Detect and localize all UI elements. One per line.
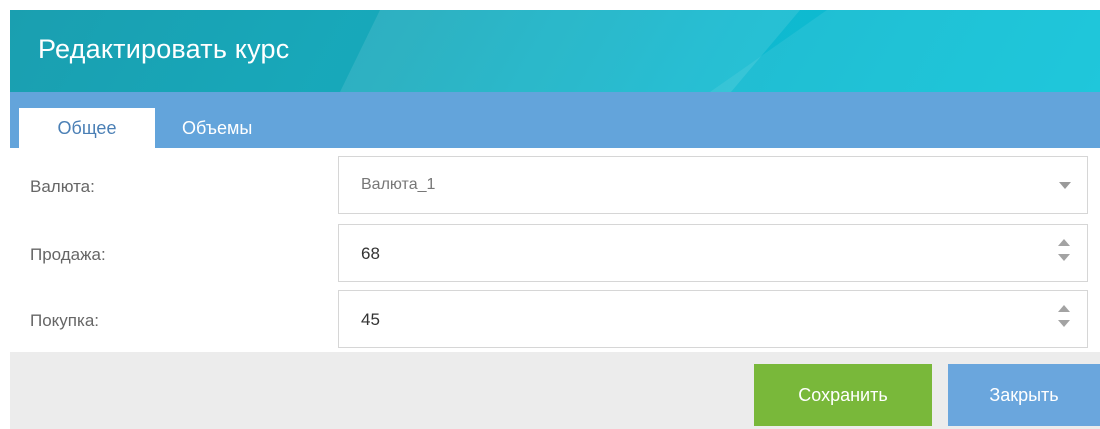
tab-general[interactable]: Общее xyxy=(19,108,155,148)
save-button[interactable]: Сохранить xyxy=(754,364,932,426)
buy-label: Покупка: xyxy=(30,311,99,330)
edit-rate-dialog: Редактировать курс Общее Объемы Валюта: … xyxy=(10,10,1100,429)
spin-up-icon[interactable] xyxy=(1058,305,1070,312)
dialog-title: Редактировать курс xyxy=(38,34,290,64)
spin-down-icon[interactable] xyxy=(1058,254,1070,261)
sell-label: Продажа: xyxy=(30,245,106,264)
buy-value: 45 xyxy=(361,310,380,329)
sell-input[interactable]: 68 xyxy=(338,224,1088,282)
sell-row: Продажа: 68 xyxy=(10,224,1100,290)
buy-input[interactable]: 45 xyxy=(338,290,1088,348)
buy-row: Покупка: 45 xyxy=(10,290,1100,356)
currency-label: Валюта: xyxy=(30,177,95,196)
currency-select[interactable]: Валюта_1 xyxy=(338,156,1088,214)
currency-row: Валюта: Валюта_1 xyxy=(10,156,1100,222)
spinner-arrows-icon xyxy=(1057,237,1071,269)
spin-up-icon[interactable] xyxy=(1058,239,1070,246)
dialog-header: Редактировать курс xyxy=(10,10,1100,92)
tab-bar: Общее Объемы xyxy=(10,92,1100,148)
dialog-footer: Сохранить Закрыть xyxy=(10,352,1100,429)
spinner-arrows-icon xyxy=(1057,303,1071,335)
close-button[interactable]: Закрыть xyxy=(948,364,1100,426)
currency-value: Валюта_1 xyxy=(361,176,436,193)
sell-value: 68 xyxy=(361,244,380,263)
spin-down-icon[interactable] xyxy=(1058,320,1070,327)
chevron-down-icon[interactable] xyxy=(1059,182,1071,189)
tab-volumes[interactable]: Объемы xyxy=(168,108,266,148)
